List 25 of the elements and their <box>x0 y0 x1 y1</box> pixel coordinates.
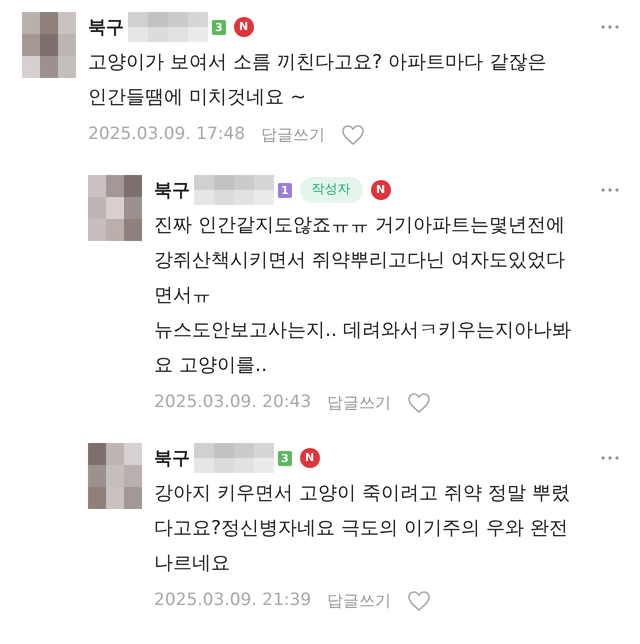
avatar <box>88 443 142 509</box>
heart-icon[interactable] <box>407 392 432 414</box>
nickname[interactable]: 북구 <box>154 176 190 204</box>
more-icon[interactable] <box>600 187 620 193</box>
level-badge: 3 <box>212 20 226 34</box>
nickname[interactable]: 북구 <box>88 14 124 40</box>
comment-date: 2025.03.09. 17:48 <box>88 123 246 146</box>
comment-text: 강아지 키우면서 고양이 죽이려고 쥐약 정말 뿌렸 다고요?정신병자네요 극도의 이기주의 우와 완전 나르네요 <box>154 481 572 576</box>
new-badge: N <box>370 180 391 200</box>
level-badge: 3 <box>278 450 292 466</box>
new-badge: N <box>234 17 254 37</box>
heart-icon[interactable] <box>407 590 432 612</box>
comment-text: 진짜 인간같지도않죠ㅠㅠ 거기아파트는몇년전에 강쥐산책시키면서 쥐약뿌리고다닌 여자도있었다 면서ㅠ 뉴스도안보고사는지.. 데려와서ㅋ키우는지아나봐 요 고양이를.. <box>154 213 572 378</box>
level-badge: 1 <box>278 182 292 198</box>
author-badge: 작성자 <box>300 177 363 203</box>
avatar <box>22 12 76 78</box>
heart-icon[interactable] <box>341 124 366 146</box>
more-icon[interactable] <box>600 455 620 461</box>
avatar <box>88 175 142 241</box>
more-icon[interactable] <box>600 24 620 30</box>
comment-date: 2025.03.09. 21:39 <box>154 589 312 612</box>
nickname[interactable]: 북구 <box>154 444 190 472</box>
comment-text: 고양이가 보여서 소름 끼친다고요? 아파트마다 같잖은 인간들땜에 미치것네요 ~ <box>88 50 548 110</box>
new-badge: N <box>300 448 320 468</box>
comment-date: 2025.03.09. 20:43 <box>154 391 312 414</box>
